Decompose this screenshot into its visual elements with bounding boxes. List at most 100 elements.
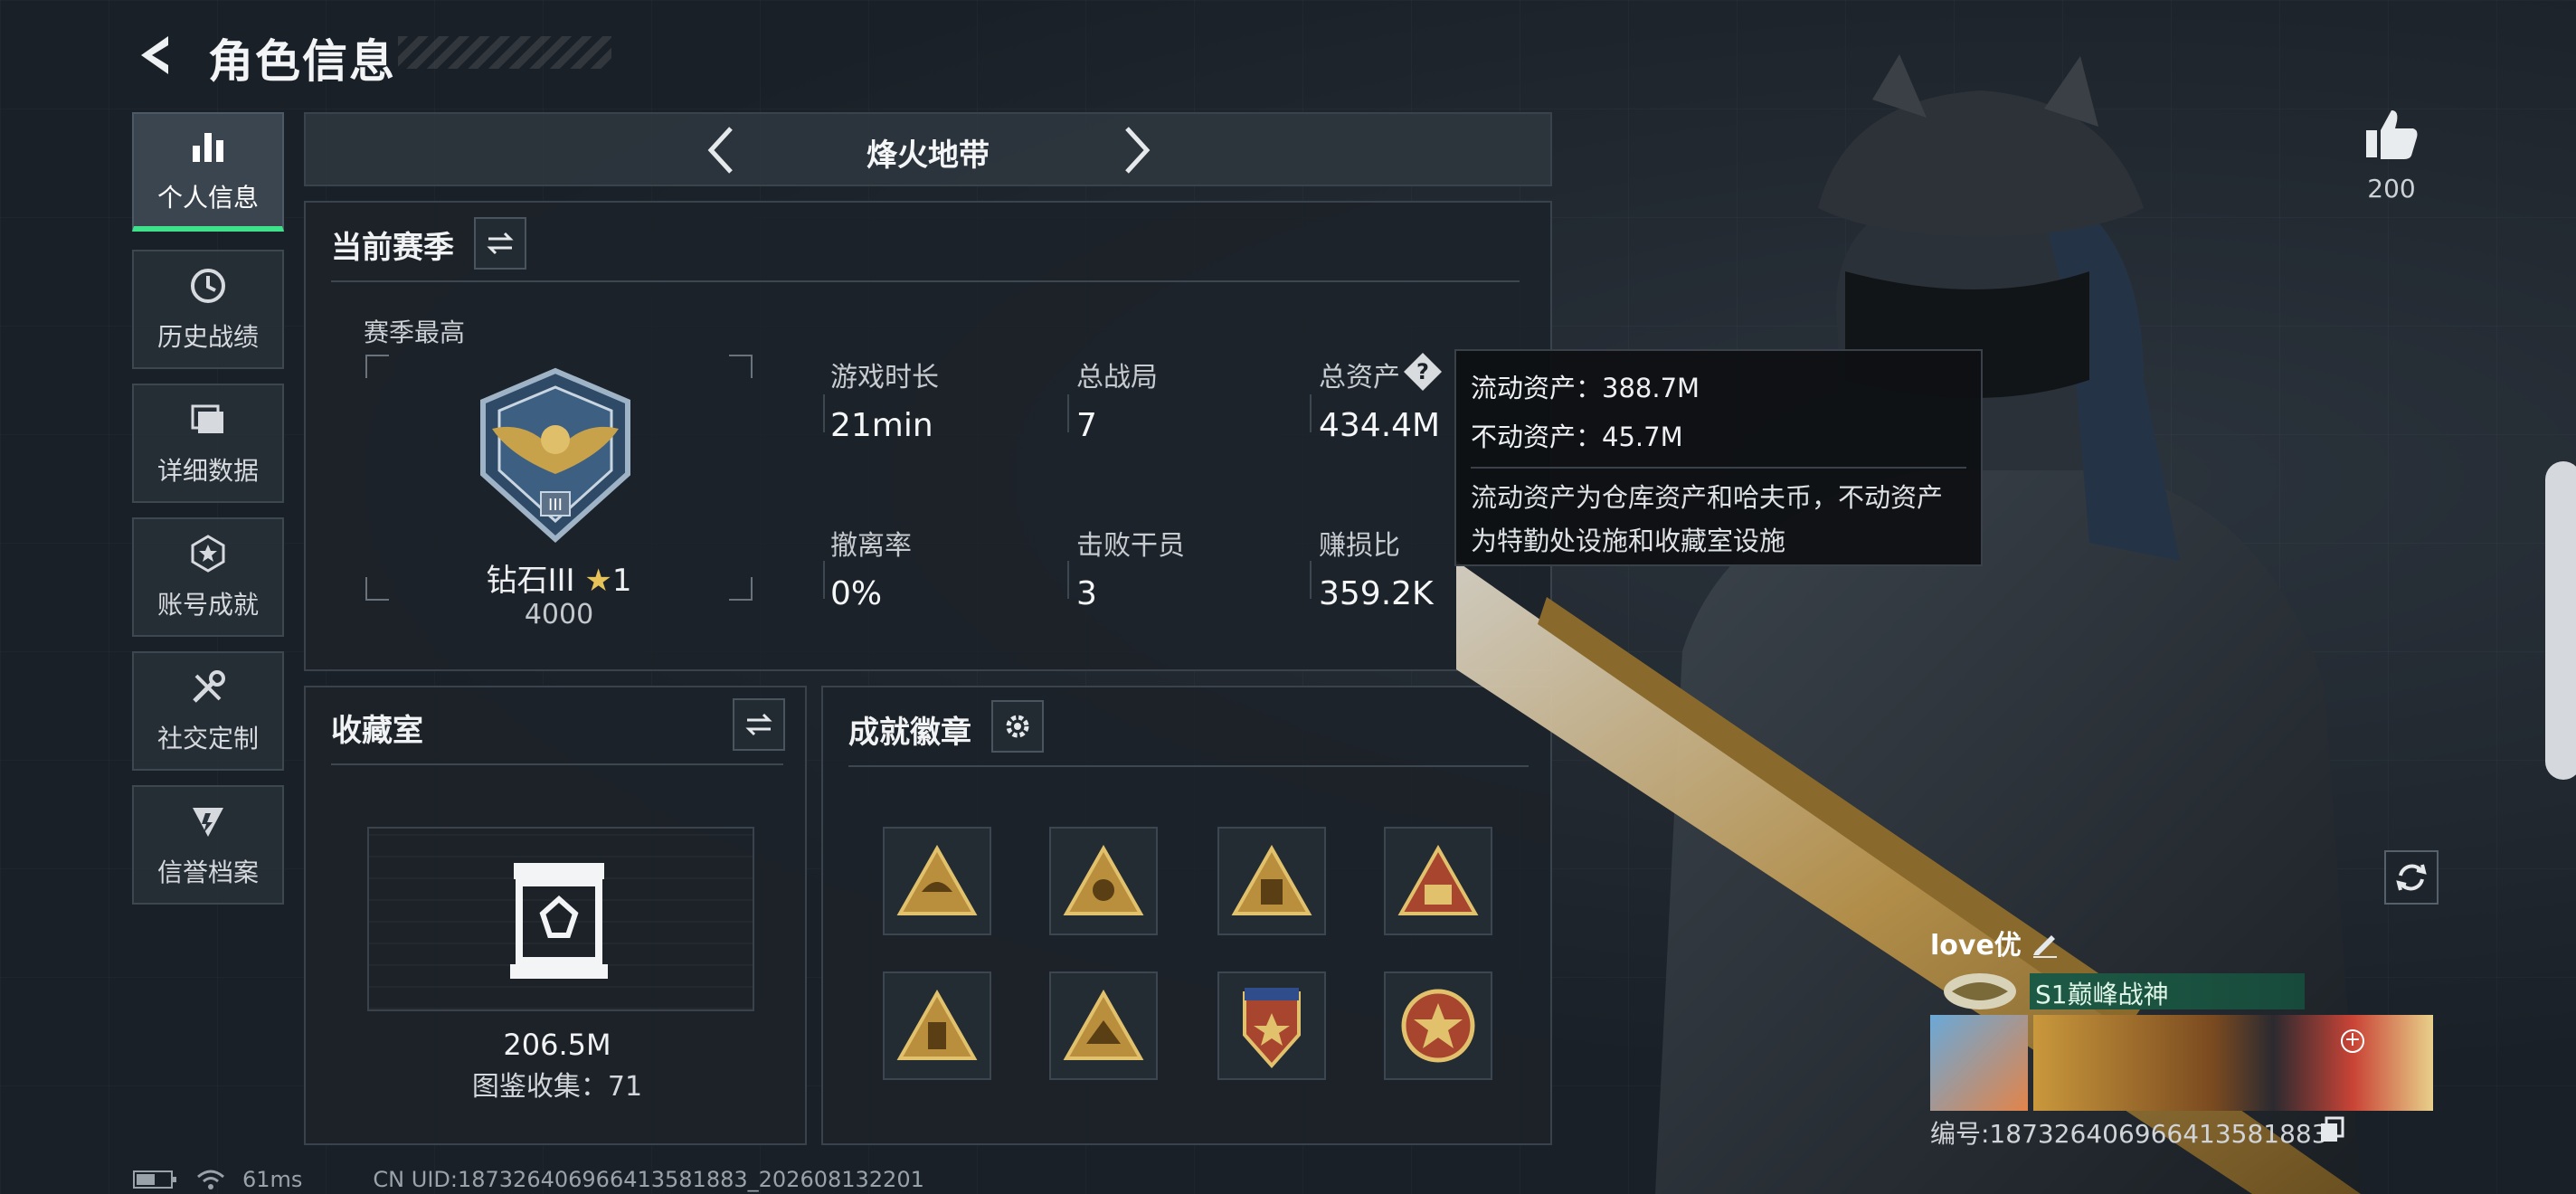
sidebar-item-credit[interactable]: 信誉档案 — [132, 785, 284, 905]
rank-emblem-icon: III — [480, 367, 630, 544]
badge-slot[interactable] — [1217, 971, 1326, 1080]
divider — [1067, 561, 1069, 599]
stat-value: 359.2K — [1319, 575, 1434, 612]
tooltip-fixed-assets: 不动资产：45.7M — [1471, 422, 1683, 452]
divider — [331, 280, 1520, 282]
rank-info: 钻石III ★1 — [306, 555, 812, 600]
swap-icon — [487, 232, 514, 255]
next-mode-icon[interactable] — [1118, 123, 1154, 177]
mode-selector: 烽火地带 — [304, 112, 1552, 186]
stat-value: 7 — [1076, 407, 1097, 444]
battery-icon — [133, 1170, 176, 1189]
stat-label: 游戏时长 — [830, 362, 939, 393]
title-emblem-icon — [1944, 973, 2016, 1009]
tooltip-desc-line: 为特勤处设施和收藏室设施 — [1471, 526, 1786, 556]
side-drawer-handle[interactable] — [2545, 461, 2576, 780]
status-bar: 61ms CN UID:187326406966413581883_202608… — [132, 1167, 924, 1192]
tooltip-desc-line: 流动资产为仓库资产和哈夫币，不动资产 — [1471, 482, 1944, 513]
refresh-button[interactable] — [2384, 850, 2439, 905]
history-clock-icon — [191, 269, 225, 303]
divider — [1067, 394, 1069, 432]
rank-points: 4000 — [524, 599, 594, 630]
mode-label: 烽火地带 — [867, 137, 990, 174]
triangle-badge-icon — [896, 845, 978, 915]
back-arrow-icon[interactable] — [132, 31, 181, 80]
rank-stars: 1 — [611, 563, 632, 599]
divider — [331, 763, 783, 765]
svg-text:III: III — [548, 496, 563, 515]
page-title: 角色信息 — [208, 35, 396, 88]
add-icon[interactable]: + — [2341, 1029, 2364, 1053]
triangle-badge-icon — [1231, 845, 1312, 915]
stat-play-time: 游戏时长 21min — [830, 355, 939, 444]
sidebar-item-details[interactable]: 详细数据 — [132, 384, 284, 503]
divider — [823, 394, 825, 432]
badge-slot[interactable] — [1049, 827, 1158, 935]
name-card-banner — [2033, 1015, 2433, 1111]
display-case-icon — [510, 863, 608, 979]
player-id: 编号:187326406966413581883 — [1930, 1119, 2328, 1149]
help-icon[interactable]: ? — [1402, 351, 1444, 393]
badge-slot[interactable] — [883, 827, 991, 935]
divider — [1310, 561, 1312, 599]
avatar[interactable] — [1930, 1015, 2028, 1111]
stat-total-matches: 总战局 7 — [1076, 355, 1158, 444]
triangle-badge-icon — [1063, 990, 1144, 1060]
sidebar-item-history[interactable]: 历史战绩 — [132, 250, 284, 369]
player-title: S1巅峰战神 — [2035, 980, 2169, 1009]
stat-operators-defeated: 击败干员 3 — [1076, 523, 1185, 612]
thumbs-up-icon[interactable] — [2363, 105, 2420, 163]
badges-title: 成就徽章 — [848, 715, 971, 751]
sidebar-item-label: 历史战绩 — [156, 322, 259, 352]
frame-corner — [365, 355, 389, 378]
player-name: love优 — [1930, 930, 2022, 962]
title-decoration — [398, 36, 611, 69]
server-uid: CN UID:187326406966413581883_20260813220… — [373, 1167, 924, 1192]
swap-icon — [745, 713, 772, 736]
stat-profit-ratio: 赚损比 359.2K — [1319, 523, 1434, 612]
stat-value: 0% — [830, 575, 883, 612]
shield-icon — [193, 808, 223, 837]
wifi-icon — [197, 1170, 224, 1189]
season-panel: 当前赛季 赛季最高 III 钻石III ★1 4000 游戏时长 21min 总… — [304, 201, 1552, 671]
divider — [823, 561, 825, 599]
edit-pencil-icon[interactable] — [2030, 928, 2060, 959]
collection-value: 206.5M — [503, 1028, 611, 1062]
rank-name: 钻石III — [486, 563, 575, 599]
season-title: 当前赛季 — [331, 230, 454, 266]
badges-settings-button[interactable] — [991, 700, 1044, 753]
like-count: 200 — [2367, 174, 2416, 204]
stat-label: 撤离率 — [830, 530, 912, 562]
copy-icon[interactable] — [2319, 1116, 2344, 1143]
stat-value: 21min — [830, 407, 933, 444]
shield-badge-icon — [1243, 988, 1301, 1069]
triangle-badge-icon — [896, 990, 978, 1060]
frame-corner — [729, 355, 753, 378]
season-best-label: 赛季最高 — [364, 317, 466, 347]
sidebar-item-personal-info[interactable]: 个人信息 — [132, 112, 284, 232]
assets-tooltip: 流动资产：388.7M 不动资产：45.7M 流动资产为仓库资产和哈夫币，不动资… — [1454, 349, 1983, 566]
sidebar-item-achievements[interactable]: 账号成就 — [132, 517, 284, 637]
badge-slot[interactable] — [1049, 971, 1158, 1080]
tooltip-description: 流动资产为仓库资产和哈夫币，不动资产 为特勤处设施和收藏室设施 — [1471, 467, 1966, 563]
collection-panel[interactable]: 收藏室 206.5M 图鉴收集：71 — [304, 686, 807, 1145]
collection-switch-button[interactable] — [733, 698, 785, 751]
achievement-icon — [191, 535, 225, 573]
season-switch-button[interactable] — [474, 217, 526, 270]
badge-slot[interactable] — [883, 971, 991, 1080]
sidebar-item-label: 详细数据 — [156, 456, 259, 486]
folder-icon — [191, 404, 223, 433]
stat-value: 3 — [1076, 575, 1097, 612]
sidebar-item-social[interactable]: 社交定制 — [132, 651, 284, 771]
stat-label: 击败干员 — [1076, 530, 1185, 562]
badge-slot[interactable] — [1217, 827, 1326, 935]
sidebar-item-label: 个人信息 — [156, 183, 259, 213]
divider — [1310, 394, 1312, 432]
stat-value: 434.4M — [1319, 407, 1441, 444]
refresh-icon — [2396, 864, 2427, 891]
sidebar-item-label: 账号成就 — [156, 590, 259, 620]
star-icon: ★ — [584, 563, 612, 599]
collection-title: 收藏室 — [331, 713, 423, 749]
bar-chart-icon — [193, 133, 223, 162]
sidebar-item-label: 社交定制 — [156, 724, 259, 753]
